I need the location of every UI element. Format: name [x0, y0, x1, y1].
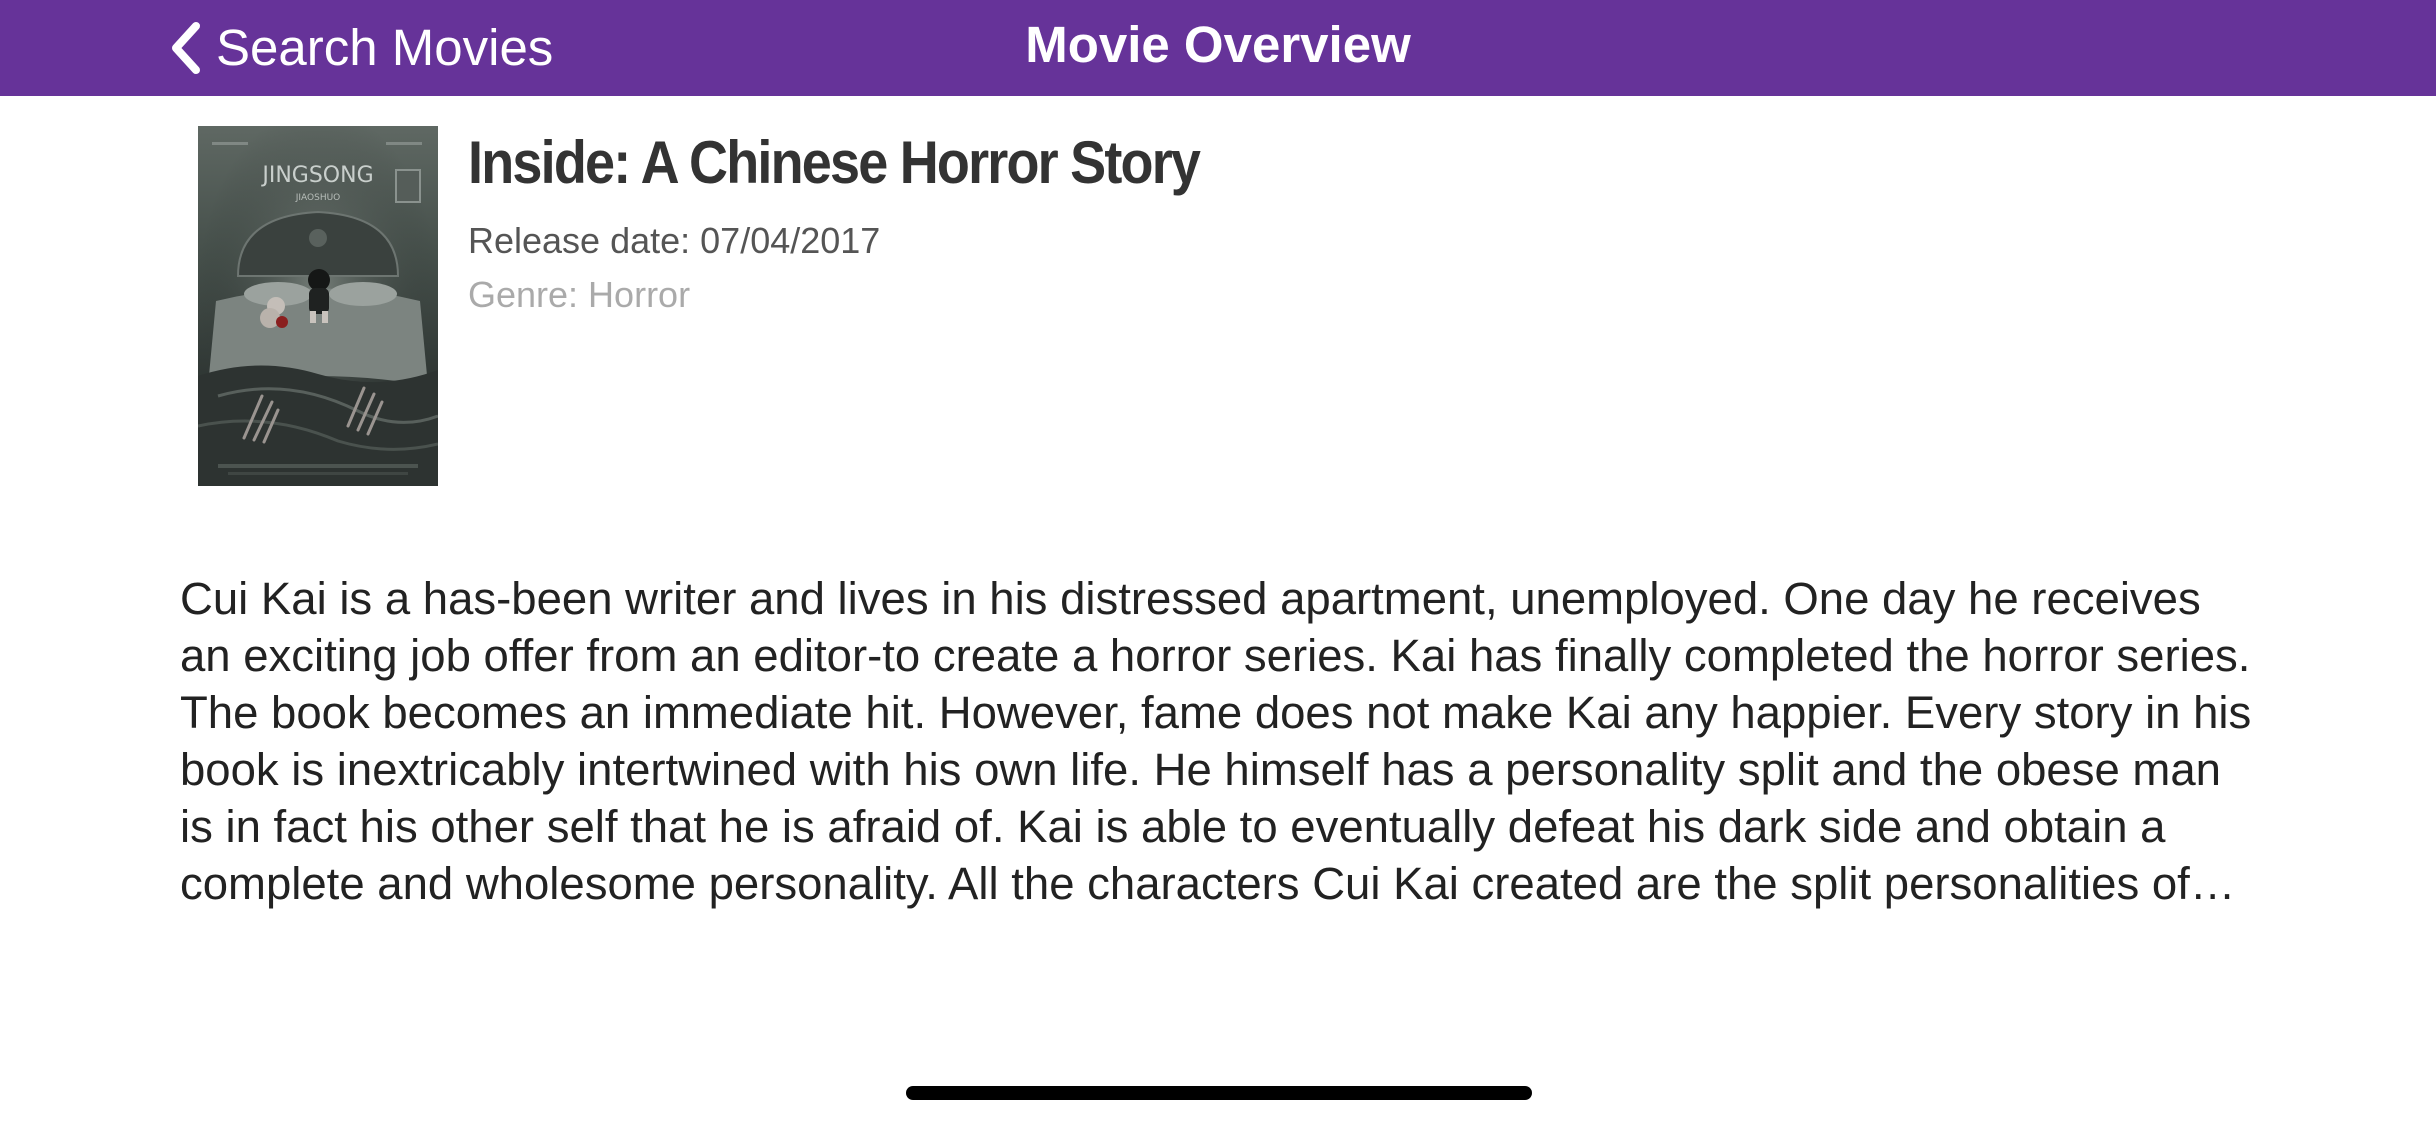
release-date: Release date: 07/04/2017 [468, 220, 881, 261]
movie-title: Inside: A Chinese Horror Story [468, 129, 1201, 196]
poster-subtitle-text: JIAOSHUO [295, 193, 341, 203]
home-indicator[interactable] [906, 1086, 1532, 1100]
poster-title-text: JINGSONG [260, 163, 373, 188]
movie-overview-text: Cui Kai is a has-been writer and lives i… [180, 573, 2252, 909]
page-title: Movie Overview [1025, 16, 1411, 73]
genre-label: Genre: Horror [468, 274, 691, 315]
movie-poster-image: JINGSONG JIAOSHUO [198, 126, 438, 486]
navigation-bar: Search Movies Movie Overview [0, 0, 2436, 96]
movie-overview-screen: Search Movies Movie Overview JINGSONG JI… [0, 0, 2436, 1125]
